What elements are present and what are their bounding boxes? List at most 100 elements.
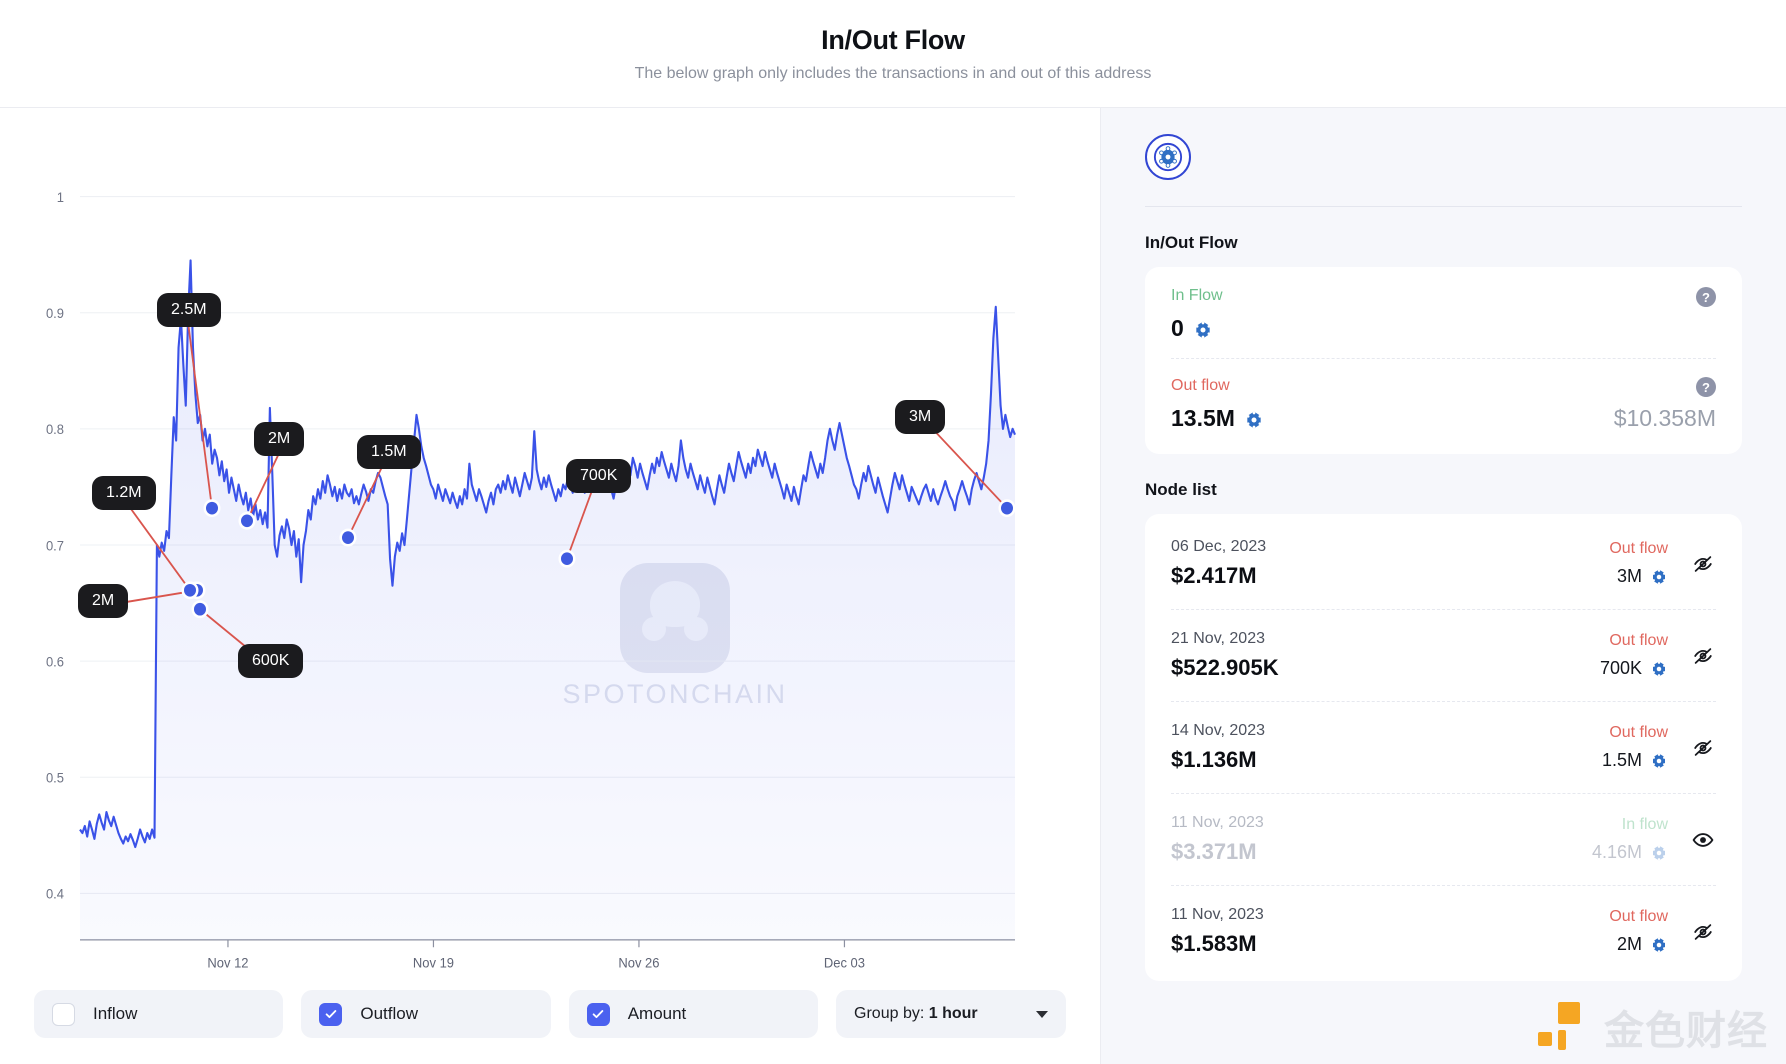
group-by-dropdown[interactable]: Group by: 1 hour [836,990,1066,1038]
annotation-anchor-dot[interactable] [194,602,206,616]
check-icon [325,1010,337,1019]
jinse-logo-icon [1538,1002,1580,1050]
outflow-checkbox[interactable]: Outflow [301,990,551,1038]
node-item-amount: 2M [1609,934,1668,955]
node-list-title: Node list [1145,480,1217,499]
y-axis-tick: 0.8 [46,422,64,437]
chart-annotation-callout[interactable]: 700K [566,458,632,493]
amount-checkbox-box[interactable] [586,1002,610,1026]
in-flow-help-icon[interactable]: ? [1696,287,1716,307]
node-list-item[interactable]: 11 Nov, 2023 $3.371M In flow 4.16M [1171,793,1716,885]
node-item-usd: $522.905K [1171,655,1279,680]
details-sidebar: In/Out Flow In Flow ? 0 Out flow ? 13.5M… [1100,108,1786,1064]
outflow-checkbox-box[interactable] [319,1002,343,1026]
in-flow-row: In Flow ? 0 [1171,287,1716,342]
node-item-direction: Out flow [1609,724,1668,741]
out-flow-help-icon[interactable]: ? [1696,377,1716,397]
page-subtitle: The below graph only includes the transa… [634,64,1152,82]
annotation-anchor-dot[interactable] [206,501,218,515]
out-flow-label: Out flow [1171,377,1230,394]
node-item-visibility-toggle[interactable] [1690,645,1716,667]
chart-annotation-callout[interactable]: 3M [895,399,946,434]
node-item-date: 06 Dec, 2023 [1171,538,1267,555]
node-item-left: 11 Nov, 2023 $3.371M [1171,814,1264,865]
node-list-item[interactable]: 14 Nov, 2023 $1.136M Out flow 1.5M [1171,701,1716,793]
out-flow-value-group: 13.5M [1171,405,1264,432]
eye-off-icon[interactable] [1692,553,1714,575]
flow-line-chart[interactable]: 0.4 0.5 0.6 0.7 0.8 0.9 1 Nov 12 Nov 19 Nov 26 Dec… [0,108,1100,982]
token-icon [1650,568,1668,586]
node-item-amount: 3M [1609,566,1668,587]
annotation-anchor-dot[interactable] [241,514,253,528]
node-list-item[interactable]: 11 Nov, 2023 $1.583M Out flow 2M [1171,885,1716,977]
node-item-visibility-toggle[interactable] [1690,553,1716,575]
x-axis-tick: Dec 03 [824,955,865,970]
eye-off-icon[interactable] [1692,921,1714,943]
node-item-amount: 700K [1600,658,1668,679]
node-item-left: 06 Dec, 2023 $2.417M [1171,538,1266,589]
node-item-direction: In flow [1621,816,1668,833]
token-icon [1650,936,1668,954]
chart-annotation-callout[interactable]: 1.5M [357,435,421,470]
node-item-direction: Out flow [1609,632,1668,649]
node-item-amount: 1.5M [1602,750,1668,771]
chart-annotation-callout[interactable]: 2M [78,583,129,618]
eye-icon[interactable] [1692,829,1714,851]
node-item-usd: $3.371M [1171,839,1257,864]
sidebar-divider [1145,206,1742,207]
node-item-right: Out flow 2M [1609,908,1668,955]
amount-checkbox[interactable]: Amount [568,990,819,1038]
token-icon [1650,752,1668,770]
y-axis-tick: 0.9 [46,306,64,321]
node-item-usd: $1.136M [1171,747,1257,772]
node-item-visibility-toggle[interactable] [1690,737,1716,759]
y-axis-tick: 0.7 [46,538,64,553]
annotation-anchor-dot[interactable] [342,531,354,544]
node-item-date: 14 Nov, 2023 [1171,722,1265,739]
annotation-anchor-dot[interactable] [1001,501,1013,515]
inflow-checkbox[interactable]: Inflow [34,990,284,1038]
group-by-prefix: Group by: [854,1005,925,1022]
sidebar-section-title: In/Out Flow [1145,233,1238,252]
chart-annotation-callout[interactable]: 600K [238,643,304,678]
node-list: 06 Dec, 2023 $2.417M Out flow 3M 21 Nov, 202… [1145,514,1742,981]
node-item-visibility-toggle[interactable] [1690,921,1716,943]
chart-annotation-callout[interactable]: 2M [254,421,305,456]
in-flow-value: 0 [1171,315,1184,341]
amount-label: Amount [627,1004,687,1023]
chart-annotation-callout[interactable]: 2.5M [157,293,221,328]
jinse-text: 金色财经 [1604,1009,1768,1053]
node-item-visibility-toggle[interactable] [1690,829,1716,851]
jinse-watermark: 金色财经 [1536,998,1768,1056]
chart-annotation-callout[interactable]: 1.2M [92,475,156,510]
out-flow-row: Out flow ? 13.5M $10.358M [1171,358,1716,432]
x-axis-tick: Nov 19 [413,955,454,970]
out-flow-usd: $10.358M [1613,405,1716,431]
flow-summary-card: In Flow ? 0 Out flow ? 13.5M $10.358M [1145,267,1742,454]
annotation-anchor-dot[interactable] [561,552,573,566]
network-hexagon-icon [1153,142,1183,172]
node-item-direction: Out flow [1609,540,1668,557]
eye-off-icon[interactable] [1692,645,1714,667]
node-item-right: Out flow 700K [1600,632,1668,679]
page-title: In/Out Flow [821,24,965,55]
eye-off-icon[interactable] [1692,737,1714,759]
group-by-text: Group by: 1 hour [854,1005,978,1023]
node-item-direction: Out flow [1609,908,1668,925]
x-axis-tick: Nov 12 [207,955,248,970]
chevron-down-icon[interactable] [1035,1010,1048,1018]
inflow-checkbox-box[interactable] [52,1002,75,1026]
node-item-usd: $1.583M [1171,931,1257,956]
node-item-date: 11 Nov, 2023 [1171,906,1264,923]
node-item-date: 11 Nov, 2023 [1171,814,1264,831]
page-header: In/Out Flow The below graph only include… [0,0,1786,108]
node-item-right: Out flow 1.5M [1602,724,1668,771]
annotation-anchor-dot[interactable] [184,583,196,597]
token-icon [1193,319,1213,339]
node-item-date: 21 Nov, 2023 [1171,630,1265,647]
inflow-label: Inflow [93,1004,138,1023]
node-list-item[interactable]: 21 Nov, 2023 $522.905K Out flow 700K [1171,609,1716,701]
node-list-item[interactable]: 06 Dec, 2023 $2.417M Out flow 3M [1171,518,1716,609]
node-item-left: 14 Nov, 2023 $1.136M [1171,722,1265,773]
page-body: SPOTONCHAIN 0.40.50.60.70.80.91Nov 12Nov… [0,108,1786,1064]
